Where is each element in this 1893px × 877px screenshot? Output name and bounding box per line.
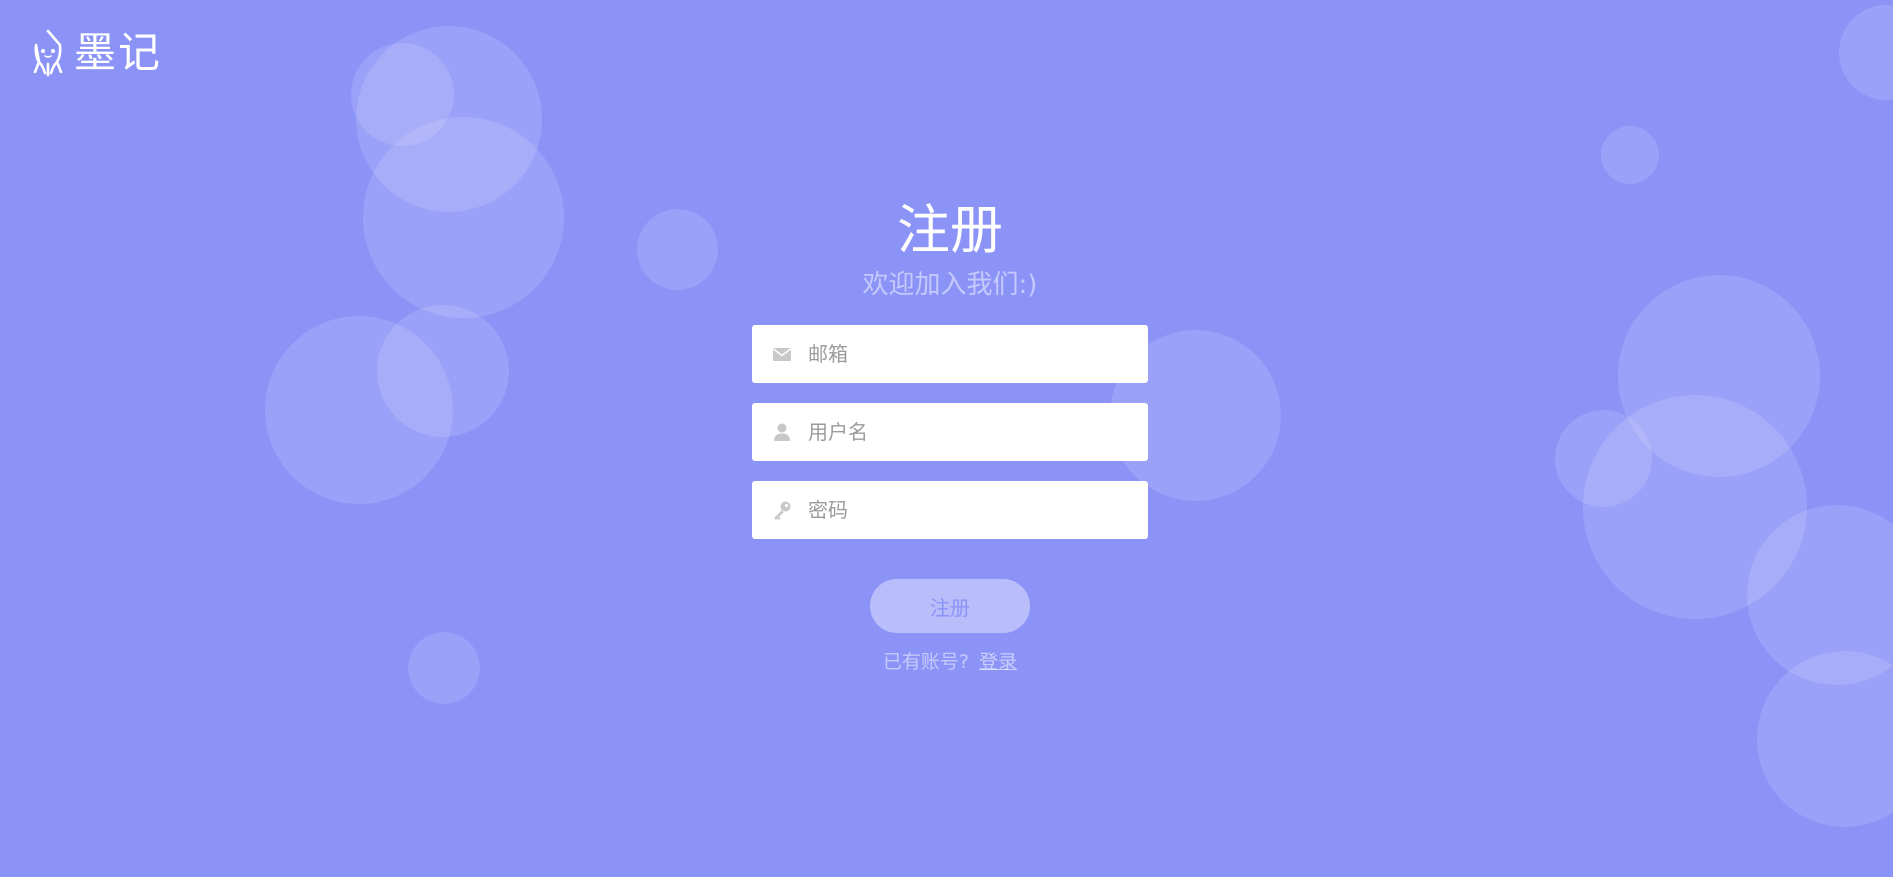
- form-fields: [752, 325, 1148, 539]
- background-bubble: [377, 305, 509, 437]
- background-bubble: [637, 209, 718, 290]
- envelope-icon: [773, 348, 791, 361]
- login-prompt-text: 已有账号?: [882, 651, 970, 673]
- page-subtitle: 欢迎加入我们:): [862, 270, 1038, 300]
- background-bubble: [1757, 651, 1893, 827]
- page-title: 注册: [897, 200, 1003, 261]
- email-field[interactable]: [752, 325, 1148, 383]
- password-field[interactable]: [752, 481, 1148, 539]
- register-page: 墨记 注册 欢迎加入我们:) 邮箱 用户名 注册 已有账号? 登录: [0, 0, 1893, 877]
- squid-mascot-icon: [33, 29, 63, 77]
- user-icon: [774, 423, 790, 441]
- brand-logo[interactable]: 墨记: [28, 28, 162, 78]
- background-bubble: [1839, 5, 1893, 100]
- background-bubble: [1601, 126, 1659, 184]
- register-button[interactable]: 注册: [870, 579, 1030, 633]
- email-input[interactable]: [808, 342, 1108, 366]
- username-input[interactable]: [808, 420, 1108, 444]
- brand-name: 墨记: [74, 28, 163, 77]
- register-form: 注册 欢迎加入我们:) 邮箱 用户名 注册 已有账号? 登录: [752, 196, 1148, 674]
- background-bubble: [408, 632, 480, 704]
- background-bubble: [363, 117, 564, 318]
- username-field[interactable]: [752, 403, 1148, 461]
- login-prompt-row: 已有账号? 登录: [752, 647, 1148, 674]
- key-icon: [774, 501, 791, 520]
- login-link[interactable]: 登录: [979, 651, 1017, 673]
- password-input[interactable]: [808, 498, 1108, 522]
